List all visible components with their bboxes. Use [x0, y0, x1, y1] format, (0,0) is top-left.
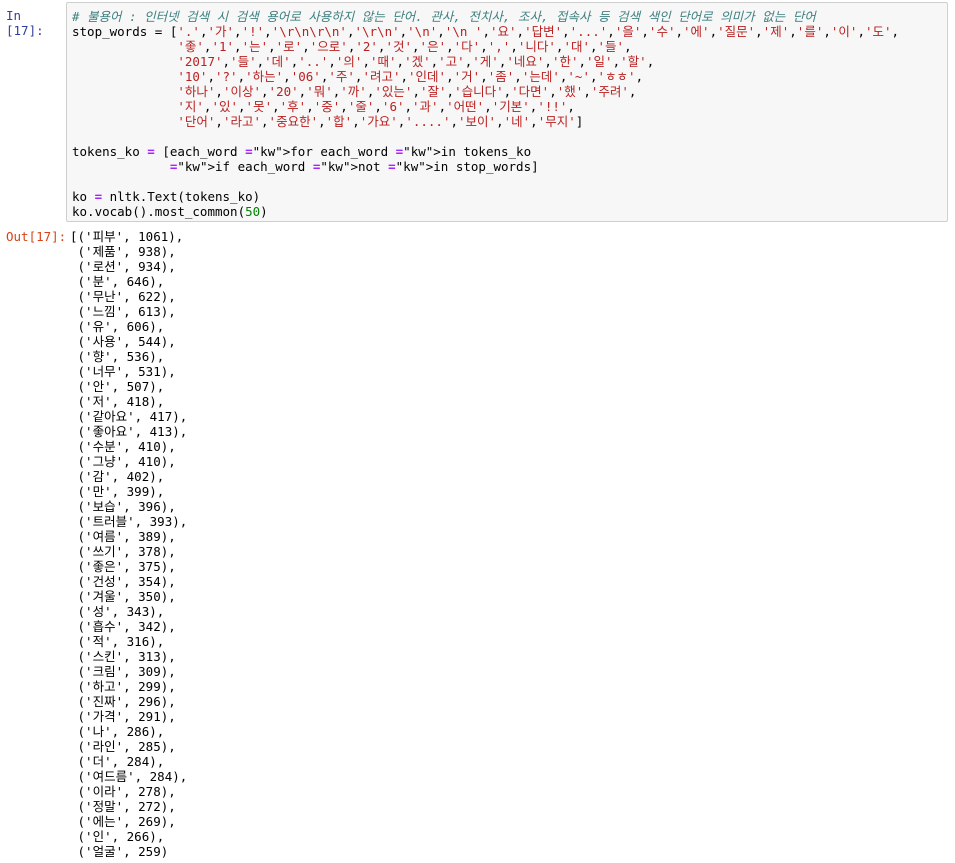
output-line: ('여름', 389), — [70, 529, 176, 544]
output-line: ('저', 418), — [70, 394, 165, 409]
output-line: ('에는', 269), — [70, 814, 176, 829]
output-line: ('얼굴', 259) — [70, 844, 169, 859]
output-line: ('만', 399), — [70, 484, 165, 499]
output-line: ('안', 507), — [70, 379, 165, 394]
output-line: ('크림', 309), — [70, 664, 176, 679]
output-line: ('느낌', 613), — [70, 304, 176, 319]
output-line: ('하고', 299), — [70, 679, 176, 694]
output-line: ('여드름', 284), — [70, 769, 188, 784]
output-line: ('로션', 934), — [70, 259, 176, 274]
output-line: ('사용', 544), — [70, 334, 176, 349]
output-cell: Out[17]: [('피부', 1061), ('제품', 938), ('로… — [0, 0, 955, 863]
output-line: ('수분', 410), — [70, 439, 176, 454]
output-line: ('감', 402), — [70, 469, 165, 484]
output-line: ('더', 284), — [70, 754, 165, 769]
output-prompt: Out[17]: — [6, 229, 67, 244]
output-line: ('건성', 354), — [70, 574, 176, 589]
output-line: ('인', 266), — [70, 829, 165, 844]
output-line: ('향', 536), — [70, 349, 165, 364]
output-line: ('좋은', 375), — [70, 559, 176, 574]
output-line: ('유', 606), — [70, 319, 165, 334]
output-line: ('그냥', 410), — [70, 454, 176, 469]
output-line: ('무난', 622), — [70, 289, 176, 304]
output-line: ('라인', 285), — [70, 739, 176, 754]
output-line: ('보습', 396), — [70, 499, 176, 514]
output-line: ('정말', 272), — [70, 799, 176, 814]
output-line: ('분', 646), — [70, 274, 165, 289]
output-line: ('쓰기', 378), — [70, 544, 176, 559]
output-line: ('트러블', 393), — [70, 514, 188, 529]
output-line: ('제품', 938), — [70, 244, 176, 259]
output-line: ('성', 343), — [70, 604, 165, 619]
output-line: ('스킨', 313), — [70, 649, 176, 664]
output-line: ('흡수', 342), — [70, 619, 176, 634]
output-line: ('적', 316), — [70, 634, 165, 649]
output-line: ('겨울', 350), — [70, 589, 176, 604]
output-line: ('이라', 278), — [70, 784, 176, 799]
output-line: ('나', 286), — [70, 724, 165, 739]
output-line: ('너무', 531), — [70, 364, 176, 379]
output-line: [('피부', 1061), — [70, 229, 184, 244]
output-area: [('피부', 1061), ('제품', 938), ('로션', 934),… — [70, 229, 930, 863]
output-line: ('가격', 291), — [70, 709, 176, 724]
output-line: ('같아요', 417), — [70, 409, 188, 424]
output-line: ('진짜', 296), — [70, 694, 176, 709]
output-line: ('좋아요', 413), — [70, 424, 188, 439]
